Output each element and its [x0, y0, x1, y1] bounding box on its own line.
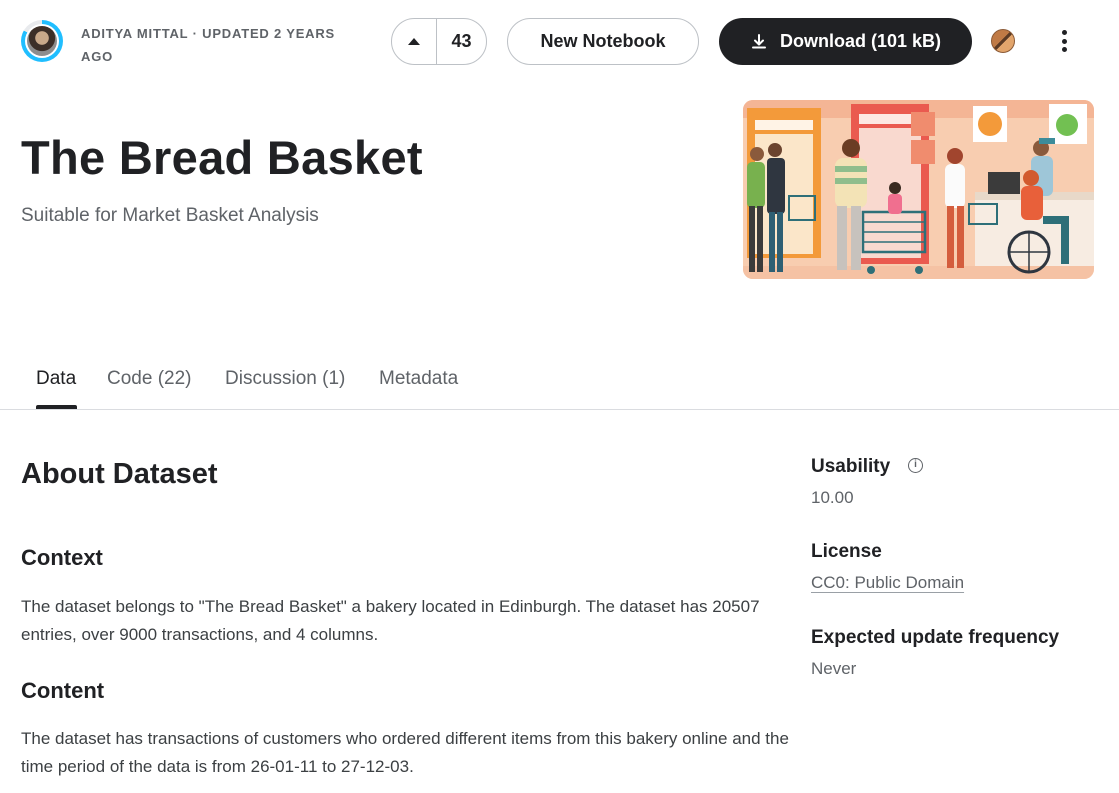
- active-tab-indicator: [36, 405, 77, 409]
- more-dot: [1061, 38, 1067, 44]
- more-vertical-icon: [1061, 30, 1067, 35]
- license-link[interactable]: CC0: Public Domain: [811, 573, 964, 593]
- tab-code[interactable]: Code (22): [107, 368, 192, 390]
- avatar-frame: [25, 24, 59, 58]
- about-heading: About Dataset: [21, 458, 218, 490]
- dataset-title: The Bread Basket: [21, 131, 423, 184]
- tab-data[interactable]: Data: [36, 368, 76, 390]
- triangle-up-icon: [408, 38, 420, 45]
- author-meta[interactable]: ADITYA MITTAL · UPDATED 2 YEARS AGO: [81, 22, 361, 68]
- content-paragraph: The dataset has transactions of customer…: [21, 729, 789, 776]
- profile-badge-icon[interactable]: [991, 29, 1015, 53]
- dataset-subtitle: Suitable for Market Basket Analysis: [21, 205, 319, 226]
- more-options-button[interactable]: [1052, 26, 1076, 56]
- grocery-store-illustration: [743, 100, 1094, 279]
- dataset-cover-image: [743, 100, 1094, 279]
- upvote-button[interactable]: [392, 19, 437, 64]
- download-icon: [751, 33, 766, 48]
- context-heading: Context: [21, 545, 103, 570]
- license-label: License: [811, 541, 882, 562]
- vote-count: 43: [451, 31, 472, 51]
- download-label: Download (101 kB): [779, 31, 942, 51]
- tab-discussion[interactable]: Discussion (1): [225, 368, 345, 390]
- avatar-image: [27, 26, 57, 56]
- author-avatar[interactable]: [21, 20, 63, 62]
- dataset-tabs: Data Code (22) Discussion (1) Metadata: [0, 360, 1119, 410]
- update-frequency-label: Expected update frequency: [811, 627, 1060, 648]
- download-button[interactable]: Download (101 kB): [719, 18, 972, 65]
- upvote-control[interactable]: 43: [391, 18, 487, 65]
- more-dot: [1061, 47, 1067, 52]
- new-notebook-button[interactable]: New Notebook: [507, 18, 699, 65]
- tab-metadata[interactable]: Metadata: [379, 368, 458, 390]
- info-icon[interactable]: i: [908, 458, 923, 473]
- context-paragraph: The dataset belongs to "The Bread Basket…: [21, 597, 760, 644]
- usability-label: Usability: [811, 456, 891, 477]
- usability-value: 10.00: [811, 488, 854, 507]
- update-frequency-value: Never: [811, 659, 857, 678]
- content-heading: Content: [21, 678, 105, 703]
